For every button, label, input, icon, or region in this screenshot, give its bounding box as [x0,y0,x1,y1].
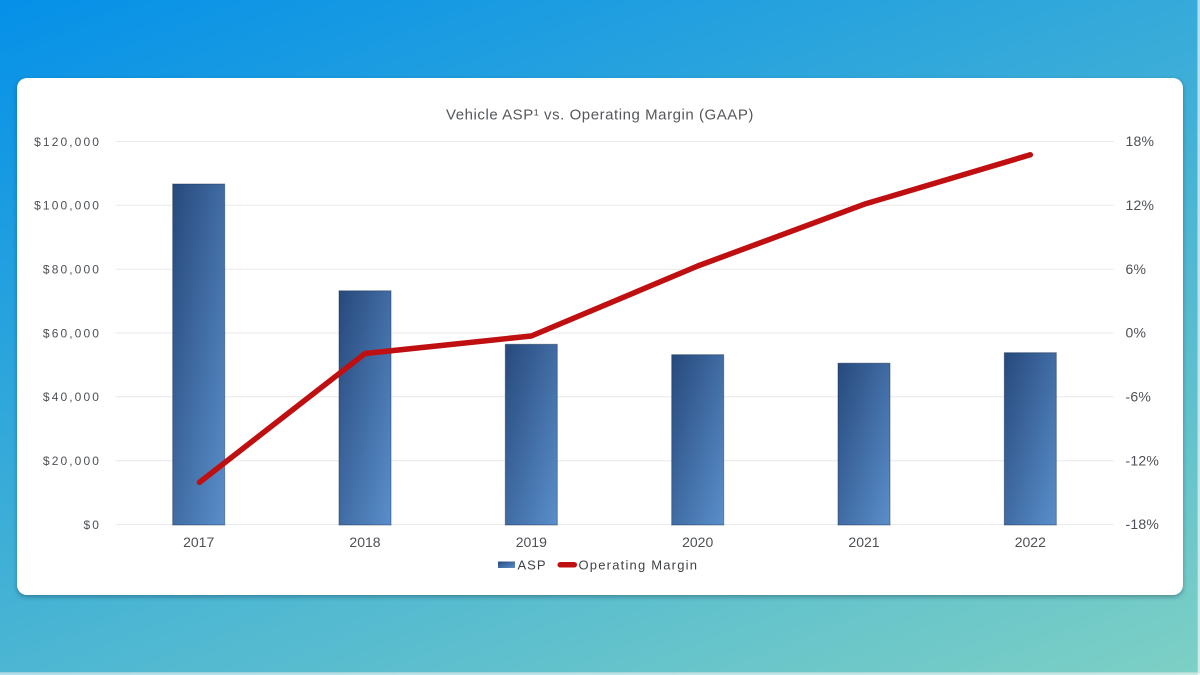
svg-text:6%: 6% [1126,261,1147,277]
svg-text:-18%: -18% [1126,516,1159,532]
svg-text:$120,000: $120,000 [34,135,101,149]
svg-text:$80,000: $80,000 [43,263,101,277]
svg-text:0%: 0% [1126,325,1147,341]
svg-text:12%: 12% [1126,197,1155,213]
svg-text:2021: 2021 [848,534,879,550]
svg-text:$40,000: $40,000 [43,390,101,404]
svg-text:2022: 2022 [1015,534,1046,550]
svg-text:2017: 2017 [183,534,214,550]
svg-text:ASP: ASP [518,557,547,572]
svg-text:2019: 2019 [516,534,547,550]
svg-text:Operating Margin: Operating Margin [579,557,699,572]
svg-text:-12%: -12% [1126,452,1159,468]
svg-text:Vehicle ASP¹ vs. Operating Mar: Vehicle ASP¹ vs. Operating Margin (GAAP) [446,107,754,124]
svg-text:$0: $0 [83,518,101,532]
svg-text:18%: 18% [1126,133,1155,149]
svg-text:$60,000: $60,000 [43,326,101,340]
svg-text:$100,000: $100,000 [34,199,101,213]
svg-text:-6%: -6% [1126,389,1152,405]
svg-text:2020: 2020 [682,534,713,550]
svg-text:$20,000: $20,000 [43,454,101,468]
svg-text:2018: 2018 [349,534,380,550]
